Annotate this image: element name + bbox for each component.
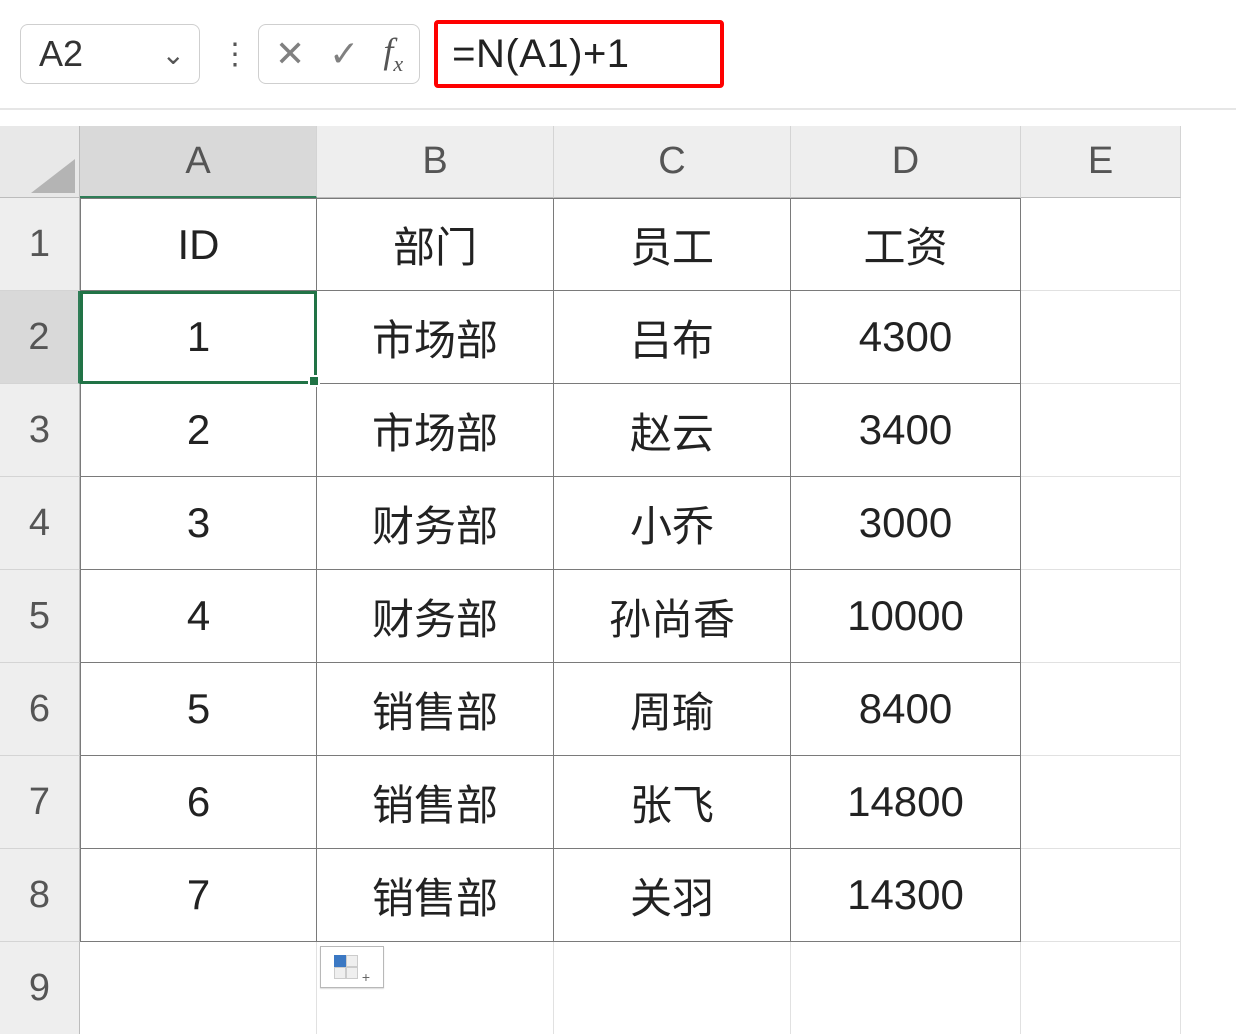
worksheet-grid[interactable]: A B C D E 1 ID 部门 员工 工资 2 1 市场部 吕布 4300 … [0,126,1236,1034]
cell-B2[interactable]: 市场部 [317,291,554,384]
select-all-corner[interactable] [0,126,80,198]
col-head-C[interactable]: C [554,126,791,198]
row-head-3[interactable]: 3 [0,384,80,477]
row-head-5[interactable]: 5 [0,570,80,663]
cell-D6[interactable]: 8400 [791,663,1021,756]
formula-input-highlight: =N(A1)+1 [434,20,724,88]
cell-A1[interactable]: ID [80,198,317,291]
row-head-2[interactable]: 2 [0,291,80,384]
cell-B6[interactable]: 销售部 [317,663,554,756]
col-head-D[interactable]: D [791,126,1021,198]
cell-E6[interactable] [1021,663,1181,756]
formula-buttons: ✕ ✓ fx [258,24,420,84]
paste-options-icon [334,955,358,979]
paste-options-button[interactable]: + [320,946,384,988]
cell-D8[interactable]: 14300 [791,849,1021,942]
cell-C2[interactable]: 吕布 [554,291,791,384]
cell-B1[interactable]: 部门 [317,198,554,291]
cell-D7[interactable]: 14800 [791,756,1021,849]
cell-B3[interactable]: 市场部 [317,384,554,477]
cell-A5[interactable]: 4 [80,570,317,663]
formula-text: =N(A1)+1 [452,32,629,77]
cell-A3[interactable]: 2 [80,384,317,477]
formula-input[interactable]: =N(A1)+1 [434,20,724,88]
col-head-A[interactable]: A [80,126,317,198]
cell-C7[interactable]: 张飞 [554,756,791,849]
cell-D5[interactable]: 10000 [791,570,1021,663]
cell-D2[interactable]: 4300 [791,291,1021,384]
col-head-E[interactable]: E [1021,126,1181,198]
more-icon[interactable]: ⋮ [218,37,252,72]
cell-D4[interactable]: 3000 [791,477,1021,570]
cell-C9[interactable] [554,942,791,1034]
cell-E1[interactable] [1021,198,1181,291]
cell-E7[interactable] [1021,756,1181,849]
chevron-down-icon: ⌄ [162,38,185,71]
formula-bar: A2 ⌄ ⋮ ✕ ✓ fx =N(A1)+1 [0,0,1236,108]
cancel-formula-icon[interactable]: ✕ [275,33,305,75]
cell-A6[interactable]: 5 [80,663,317,756]
cell-E3[interactable] [1021,384,1181,477]
col-head-B[interactable]: B [317,126,554,198]
cell-A7[interactable]: 6 [80,756,317,849]
cell-C5[interactable]: 孙尚香 [554,570,791,663]
cell-E8[interactable] [1021,849,1181,942]
cell-A2[interactable]: 1 [80,291,317,384]
cell-A4[interactable]: 3 [80,477,317,570]
cell-C8[interactable]: 关羽 [554,849,791,942]
cell-B7[interactable]: 销售部 [317,756,554,849]
cell-A9[interactable] [80,942,317,1034]
cell-B8[interactable]: 销售部 [317,849,554,942]
cell-E4[interactable] [1021,477,1181,570]
name-box[interactable]: A2 ⌄ [20,24,200,84]
accept-formula-icon[interactable]: ✓ [329,33,359,75]
row-head-8[interactable]: 8 [0,849,80,942]
cell-C1[interactable]: 员工 [554,198,791,291]
cell-E9[interactable] [1021,942,1181,1034]
name-box-value: A2 [39,33,83,75]
row-head-7[interactable]: 7 [0,756,80,849]
cell-C6[interactable]: 周瑜 [554,663,791,756]
cell-E5[interactable] [1021,570,1181,663]
divider [0,108,1236,110]
plus-icon: + [362,969,370,987]
cell-C3[interactable]: 赵云 [554,384,791,477]
cell-E2[interactable] [1021,291,1181,384]
cell-C4[interactable]: 小乔 [554,477,791,570]
row-head-1[interactable]: 1 [0,198,80,291]
cell-A8[interactable]: 7 [80,849,317,942]
cell-D9[interactable] [791,942,1021,1034]
fx-icon[interactable]: fx [383,30,403,77]
cell-B4[interactable]: 财务部 [317,477,554,570]
cell-B5[interactable]: 财务部 [317,570,554,663]
row-head-6[interactable]: 6 [0,663,80,756]
row-head-4[interactable]: 4 [0,477,80,570]
cell-D3[interactable]: 3400 [791,384,1021,477]
cell-D1[interactable]: 工资 [791,198,1021,291]
row-head-9[interactable]: 9 [0,942,80,1034]
